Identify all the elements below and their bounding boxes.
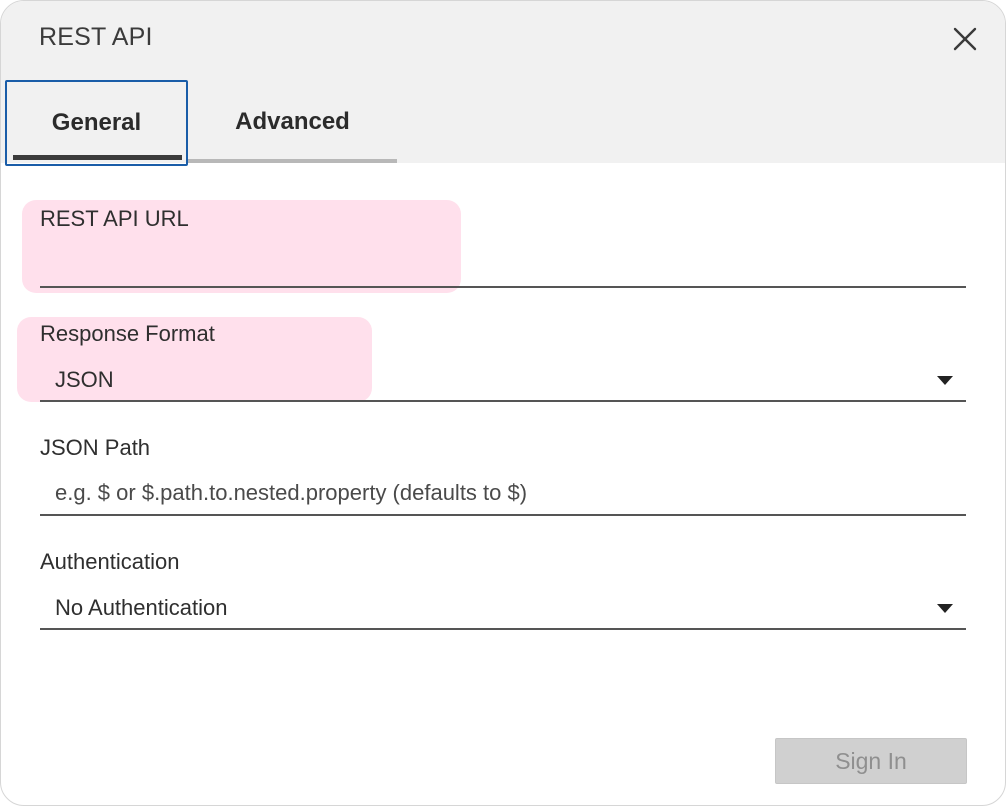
json-path-underline	[40, 514, 966, 516]
tab-advanced-indicator	[188, 159, 397, 163]
response-format-value: JSON	[55, 367, 114, 392]
json-path-input[interactable]	[40, 473, 966, 513]
url-label: REST API URL	[40, 206, 189, 231]
url-input[interactable]	[40, 247, 966, 287]
rest-api-dialog: REST API General Advanced REST API URL R…	[0, 0, 1006, 806]
response-format-select[interactable]	[40, 357, 966, 401]
response-format-label: Response Format	[40, 321, 215, 346]
tab-general-active-indicator	[13, 155, 182, 160]
authentication-label: Authentication	[40, 549, 180, 574]
authentication-value: No Authentication	[55, 595, 228, 620]
response-format-underline	[40, 400, 966, 402]
authentication-underline	[40, 628, 966, 630]
chevron-down-icon	[937, 376, 953, 385]
chevron-down-icon	[937, 604, 953, 613]
close-icon	[953, 27, 977, 51]
close-button[interactable]	[947, 21, 983, 57]
tab-general[interactable]: General	[5, 80, 188, 166]
tab-advanced[interactable]: Advanced	[188, 81, 397, 163]
tab-advanced-label: Advanced	[235, 108, 350, 135]
tab-general-label: General	[51, 109, 142, 136]
dialog-title: REST API	[39, 23, 153, 51]
url-underline	[40, 286, 966, 288]
json-path-label: JSON Path	[40, 435, 151, 460]
sign-in-button[interactable]: Sign In	[775, 738, 967, 784]
